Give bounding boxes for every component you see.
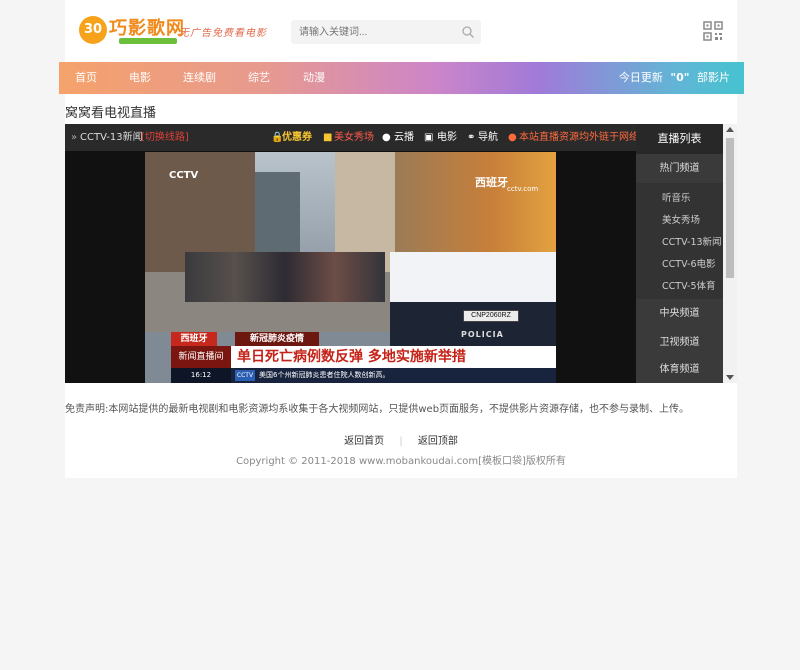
disclaimer-text: 免责声明:本网站提供的最新电视剧和电影资源均系收集于各大视频网站，只提供web页… [65,404,690,415]
channel-item-cctv5[interactable]: CCTV-5体育 [662,278,715,292]
footer-links: 返回首页 | 返回顶部 [65,432,737,447]
gift-icon: ■ [323,132,333,143]
main-nav: 首页 电影 连续剧 综艺 动漫 今日更新 "0" 部影片 [59,62,744,94]
beauty-show-link[interactable]: 美女秀场 [334,124,374,151]
scroll-up-arrow-icon[interactable] [726,127,734,132]
news-program-logo: 新闻直播间 [171,346,231,368]
external-source-notice: 本站直播资源均外链于网络 [519,132,639,143]
page-title: 窝窝看电视直播 [65,106,157,121]
search-box [291,20,481,44]
video-license-plate: CNP2060RZ [463,310,519,322]
channel-item-beauty-show[interactable]: 美女秀场 [662,212,700,226]
page-container: 30 巧影歌网 无广告免费看电影 首页 电影 连续剧 [59,0,744,478]
qr-code-icon[interactable] [703,21,723,41]
film-icon: ▣ [424,132,434,143]
site-logo[interactable]: 30 巧影歌网 无广告免费看电影 [79,14,269,48]
logo-underline [119,38,177,44]
group-hot-channels[interactable]: 热门频道 [636,154,723,183]
scroll-down-arrow-icon[interactable] [726,375,734,380]
news-headline: 单日死亡病例数反弹 多地实施新举措 [231,346,556,368]
logo-badge: 30 [79,16,107,44]
cctv-station-logo: CCTV [169,170,199,181]
navigation-link[interactable]: 导航 [478,124,498,151]
nav-item-anime[interactable]: 动漫 [303,62,325,94]
link-icon: ⚭ [467,132,476,143]
ticker-cctv-logo: CCTV [235,370,255,381]
news-time: 16:12 [171,368,231,383]
logo-text: 巧影歌网 [109,18,185,39]
switch-line-link[interactable]: [切换线路] [141,124,189,151]
group-central-channels[interactable]: 中央频道 [636,299,723,328]
site-header: 30 巧影歌网 无广告免费看电影 [65,0,737,62]
nav-item-home[interactable]: 首页 [75,62,97,94]
copyright-text: Copyright © 2011-2018 www.mobankoudai.co… [236,456,566,467]
back-home-link[interactable]: 返回首页 [344,436,384,447]
video-frame[interactable]: CNP2060RZ POLICIA CCTV 西班牙 cctv.com 西班牙 … [145,152,556,383]
scrollbar-thumb[interactable] [726,138,734,278]
video-crowd [185,252,385,302]
news-lower-third: 西班牙 新冠肺炎疫情 新闻直播间 单日死亡病例数反弹 多地实施新举措 16:12… [171,332,556,383]
update-suffix: 部影片 [697,71,730,84]
movie-link[interactable]: 电影 [437,124,457,151]
logo-slogan: 无广告免费看电影 [179,28,267,39]
nav-item-series[interactable]: 连续剧 [183,62,216,94]
news-tag-country: 西班牙 [171,332,217,346]
video-building-right [395,152,556,262]
update-prefix: 今日更新 [618,71,663,84]
video-location-sub: cctv.com [507,185,539,193]
player-toolbar: » CCTV-13新闻 [切换线路] 🔒 优惠券 ■ 美女秀场 ● 云播 ▣ 电… [65,124,639,151]
video-location-tag: 西班牙 [475,176,508,189]
channel-item-cctv13[interactable]: CCTV-13新闻 [662,234,722,248]
live-player: » CCTV-13新闻 [切换线路] 🔒 优惠券 ■ 美女秀场 ● 云播 ▣ 电… [65,124,737,383]
play-circle-icon: ● [382,132,391,143]
news-ticker-text: 美国6个州新冠肺炎患者住院人数创新高。 [259,371,390,379]
channel-sidebar: 直播列表 热门频道 听音乐 美女秀场 CCTV-13新闻 CCTV-6电影 CC… [636,124,723,383]
chevron-right-icon: » [71,132,78,143]
search-input[interactable] [291,20,459,44]
back-to-top-link[interactable]: 返回顶部 [418,436,458,447]
coupon-link[interactable]: 优惠券 [282,124,312,151]
channel-list-title: 直播列表 [636,124,723,154]
daily-update-counter: 今日更新 "0" 部影片 [619,62,730,94]
nav-item-variety[interactable]: 综艺 [248,62,270,94]
footer-link-divider: | [399,436,403,447]
news-tag-topic: 新冠肺炎疫情 [235,332,319,346]
group-sports-channels[interactable]: 体育频道 [636,357,723,383]
channel-item-music[interactable]: 听音乐 [662,190,691,204]
search-icon[interactable] [461,25,475,39]
current-channel-label: CCTV-13新闻 [80,132,143,143]
update-count: "0" [670,71,690,84]
channel-item-cctv6[interactable]: CCTV-6电影 [662,256,715,270]
cloud-play-link[interactable]: 云播 [394,124,414,151]
sidebar-scrollbar[interactable] [723,124,737,383]
group-satellite-channels[interactable]: 卫视频道 [636,328,723,357]
info-icon: ● [508,132,517,143]
nav-item-movies[interactable]: 电影 [129,62,151,94]
news-ticker: 16:12 CCTV 美国6个州新冠肺炎患者住院人数创新高。 [171,368,556,383]
